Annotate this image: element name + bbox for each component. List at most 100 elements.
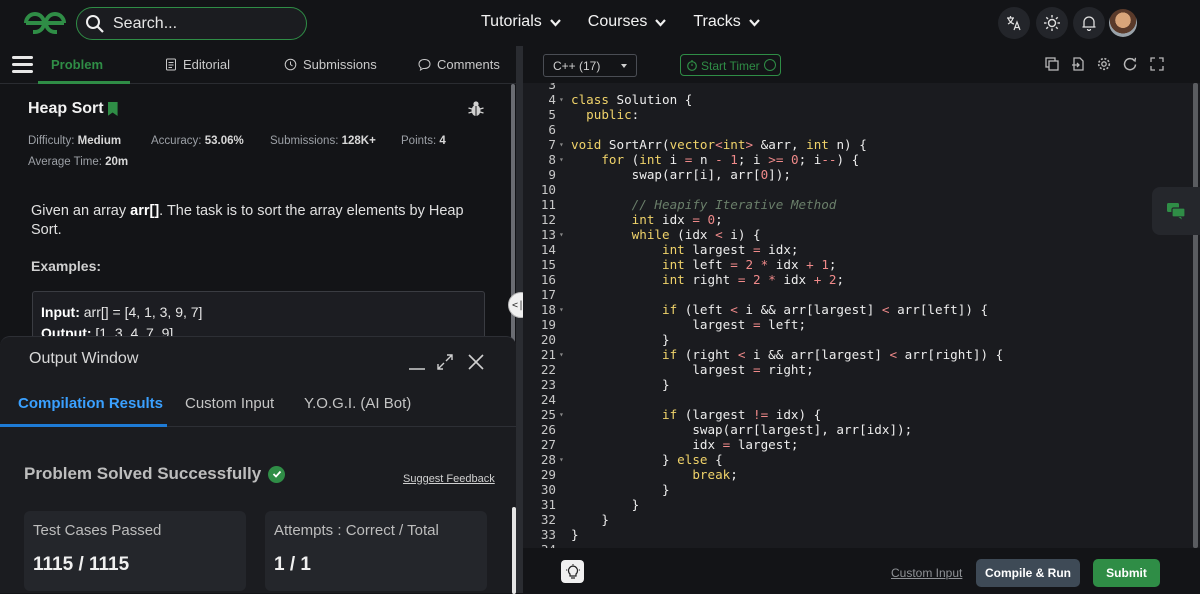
line-number: 13 — [540, 227, 556, 242]
attempts-card: Attempts : Correct / Total 1 / 1 — [265, 511, 487, 591]
tab-compilation-results[interactable]: Compilation Results — [18, 395, 163, 412]
main-nav: Tutorials Courses Tracks — [481, 13, 761, 31]
tab-yogi-ai-bot[interactable]: Y.O.G.I. (AI Bot) — [304, 395, 411, 412]
code-line[interactable]: for (int i = n - 1; i >= 0; i--) { — [571, 152, 859, 167]
notifications-button[interactable] — [1073, 7, 1105, 39]
fold-icon[interactable]: ▾ — [559, 410, 564, 419]
minimize-icon[interactable] — [408, 353, 426, 371]
code-line[interactable]: } — [571, 497, 640, 512]
gfg-logo[interactable] — [22, 8, 68, 38]
line-number: 16 — [540, 272, 556, 287]
editor-scrollbar-thumb[interactable] — [1193, 83, 1198, 548]
code-line[interactable]: idx = largest; — [571, 437, 798, 452]
test-cases-title: Test Cases Passed — [33, 522, 162, 539]
panel-splitter[interactable] — [516, 46, 523, 593]
language-select[interactable]: C++ (17) — [543, 54, 637, 77]
reset-icon[interactable] — [1123, 57, 1137, 71]
user-avatar[interactable] — [1109, 9, 1137, 37]
fold-icon[interactable]: ▾ — [559, 155, 564, 164]
code-line[interactable]: public: — [571, 107, 639, 122]
nav-tutorials[interactable]: Tutorials — [481, 13, 562, 31]
tab-comments[interactable]: Comments — [418, 57, 500, 72]
fold-icon[interactable]: ▾ — [559, 95, 564, 104]
fold-icon[interactable]: ▾ — [559, 455, 564, 464]
suggest-feedback-link[interactable]: Suggest Feedback — [403, 473, 495, 485]
tab-submissions-label: Submissions — [303, 57, 377, 72]
nav-tracks[interactable]: Tracks — [693, 13, 760, 31]
expand-icon[interactable] — [436, 353, 454, 371]
code-line[interactable]: largest = left; — [571, 317, 806, 332]
close-icon[interactable] — [467, 353, 485, 371]
fold-icon[interactable]: ▾ — [559, 350, 564, 359]
code-line[interactable]: break; — [571, 467, 738, 482]
start-timer-button[interactable]: Start Timer — [680, 54, 781, 76]
code-line[interactable]: } — [571, 527, 579, 542]
nav-courses[interactable]: Courses — [588, 13, 668, 31]
tab-submissions[interactable]: Submissions — [284, 57, 377, 72]
code-line[interactable]: } — [571, 332, 670, 347]
example-input-label: Input: — [41, 304, 80, 320]
code-line[interactable]: swap(arr[i], arr[0]); — [571, 167, 791, 182]
bookmark-icon[interactable] — [107, 102, 118, 116]
chevron-down-icon — [549, 18, 561, 27]
code-line[interactable]: swap(arr[largest], arr[idx]); — [571, 422, 912, 437]
chat-button[interactable] — [1152, 187, 1200, 235]
difficulty-value: Medium — [77, 135, 122, 147]
sun-icon — [1044, 15, 1060, 31]
code-line[interactable]: int idx = 0; — [571, 212, 723, 227]
accuracy-label: Accuracy: — [151, 135, 202, 147]
code-line[interactable]: int right = 2 * idx + 2; — [571, 272, 844, 287]
submissions-label: Submissions: — [270, 135, 339, 147]
code-line[interactable]: int left = 2 * idx + 1; — [571, 257, 837, 272]
line-number: 15 — [540, 257, 556, 272]
code-line[interactable]: // Heapify Iterative Method — [571, 197, 837, 212]
code-line[interactable]: largest = right; — [571, 362, 813, 377]
bell-icon — [1082, 16, 1096, 31]
code-line[interactable]: } — [571, 377, 670, 392]
code-line[interactable]: if (right < i && arr[largest] < arr[righ… — [571, 347, 1003, 362]
custom-input-link[interactable]: Custom Input — [891, 566, 962, 580]
caret-down-icon — [621, 64, 627, 68]
compile-run-button[interactable]: Compile & Run — [976, 559, 1080, 587]
code-line[interactable]: } else { — [571, 452, 723, 467]
editor-scrollbar[interactable] — [1192, 83, 1200, 548]
fullscreen-icon[interactable] — [1150, 57, 1164, 71]
submit-button[interactable]: Submit — [1093, 559, 1160, 587]
code-line[interactable]: if (left < i && arr[largest] < arr[left]… — [571, 302, 988, 317]
theme-toggle-button[interactable] — [1036, 7, 1068, 39]
code-line[interactable]: class Solution { — [571, 92, 692, 107]
line-number: 4 — [548, 92, 556, 107]
output-header: Output Window — [0, 337, 516, 383]
search-bar[interactable]: Search... — [76, 7, 307, 40]
translate-button[interactable] — [998, 7, 1030, 39]
code-line[interactable]: int largest = idx; — [571, 242, 799, 257]
code-line[interactable]: if (largest != idx) { — [571, 407, 821, 422]
import-icon[interactable] — [1071, 57, 1085, 71]
chat-icon — [1167, 203, 1186, 220]
copy-icon[interactable] — [1045, 57, 1059, 71]
attempts-title: Attempts : Correct / Total — [274, 522, 439, 539]
search-input[interactable]: Search... — [113, 15, 177, 33]
code-line[interactable]: while (idx < i) { — [571, 227, 761, 242]
difficulty-label: Difficulty: — [28, 135, 75, 147]
avg-time-value: 20m — [105, 156, 129, 168]
status-message: Problem Solved Successfully — [24, 464, 286, 484]
bug-icon[interactable] — [467, 100, 485, 118]
menu-icon[interactable] — [12, 56, 33, 74]
code-line[interactable]: } — [571, 482, 670, 497]
hint-button[interactable] — [561, 560, 584, 583]
desc-bold: arr[] — [130, 203, 160, 219]
fold-icon[interactable]: ▾ — [559, 140, 564, 149]
fold-icon[interactable]: ▾ — [559, 230, 564, 239]
tab-problem[interactable]: Problem — [51, 57, 103, 72]
code-line[interactable]: } — [571, 512, 609, 527]
check-circle-icon — [268, 465, 286, 483]
tab-custom-input[interactable]: Custom Input — [185, 395, 274, 412]
code-area[interactable]: 3 4 ▾ class Solution {5 public: 6 7 ▾ void Sort… — [523, 83, 1200, 548]
settings-icon[interactable] — [1097, 57, 1111, 71]
nav-tutorials-label: Tutorials — [481, 13, 542, 30]
line-number: 5 — [548, 107, 556, 122]
code-line[interactable]: void SortArr(vector<int> &arr, int n) { — [571, 137, 867, 152]
tab-editorial[interactable]: Editorial — [165, 57, 230, 72]
fold-icon[interactable]: ▾ — [559, 305, 564, 314]
